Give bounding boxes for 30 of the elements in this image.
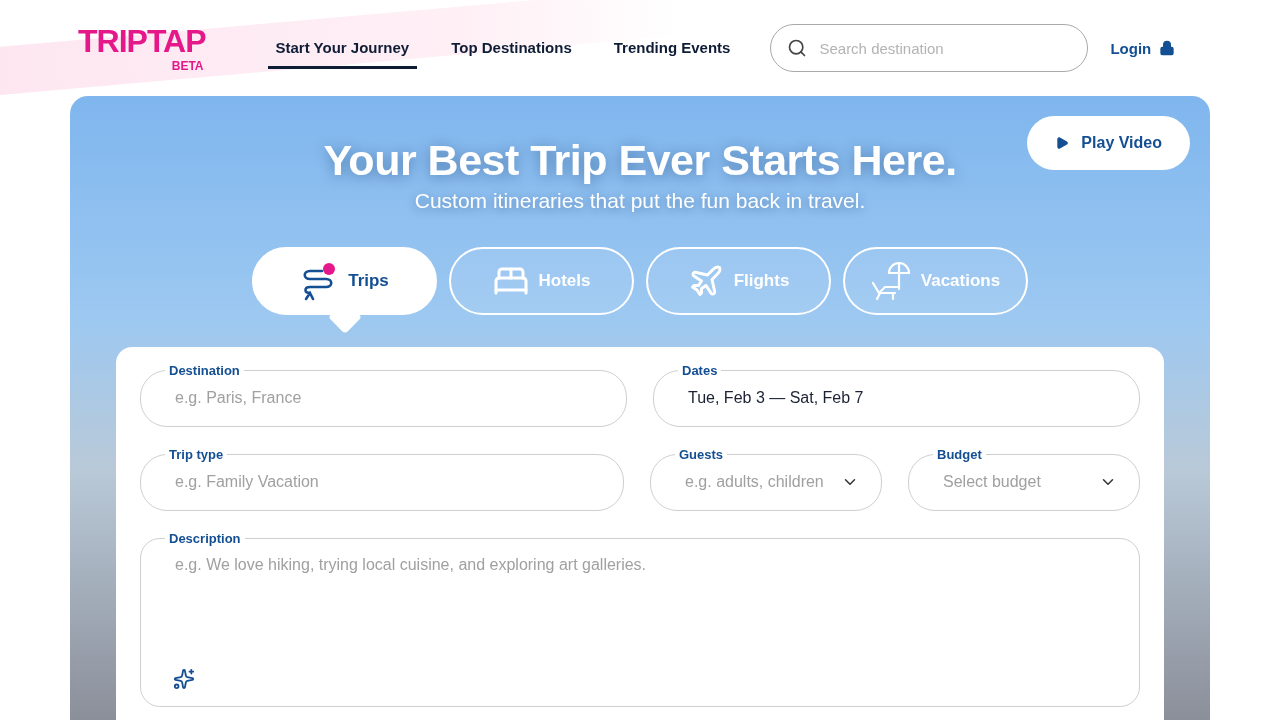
dropdown-field[interactable]: Budget Select budget: [908, 447, 1140, 511]
hero-title: Your Best Trip Ever Starts Here.: [323, 136, 957, 185]
text-input[interactable]: e.g. Family Vacation: [173, 472, 601, 492]
nav-link[interactable]: Trending Events: [605, 27, 739, 69]
field-label: Guests: [678, 447, 725, 462]
field-label: Trip type: [168, 447, 225, 462]
input-field[interactable]: Trip type e.g. Family Vacation: [140, 447, 624, 511]
nav-link[interactable]: Top Destinations: [443, 27, 580, 69]
login-link[interactable]: Login: [1110, 39, 1176, 57]
text-input[interactable]: Tue, Feb 3 — Sat, Feb 7: [686, 388, 1117, 408]
description-field[interactable]: Description e.g. We love hiking, trying local cuisine, and exploring art galleries.: [140, 531, 1140, 707]
field-label: Budget: [936, 447, 983, 462]
hero-subtitle: Custom itineraries that put the fun back in travel.: [414, 189, 866, 213]
text-input[interactable]: e.g. Paris, France: [173, 388, 604, 408]
play-video-button[interactable]: Play Video: [1027, 116, 1190, 170]
field-label: Dates: [681, 363, 719, 378]
description-input[interactable]: e.g. We love hiking, trying local cuisine, and exploring art galleries.: [173, 554, 1117, 644]
lounge-chair-umbrella-icon: [870, 261, 911, 301]
field-label: Description: [168, 531, 242, 546]
nav-link[interactable]: Start Your Journey: [267, 27, 418, 69]
logo[interactable]: TRIPTAP BETA: [78, 23, 206, 73]
dropdown-field[interactable]: Guests e.g. adults, children: [650, 447, 882, 511]
search-icon: [787, 38, 808, 58]
dropdown-input[interactable]: e.g. adults, children: [683, 472, 841, 492]
dropdown-input[interactable]: Select budget: [941, 472, 1099, 492]
input-field[interactable]: Dates Tue, Feb 3 — Sat, Feb 7: [653, 363, 1140, 427]
sparkle-icon: [173, 668, 195, 690]
field-label: Destination: [168, 363, 241, 378]
play-icon: [1055, 136, 1070, 150]
input-field[interactable]: Destination e.g. Paris, France: [140, 363, 627, 427]
